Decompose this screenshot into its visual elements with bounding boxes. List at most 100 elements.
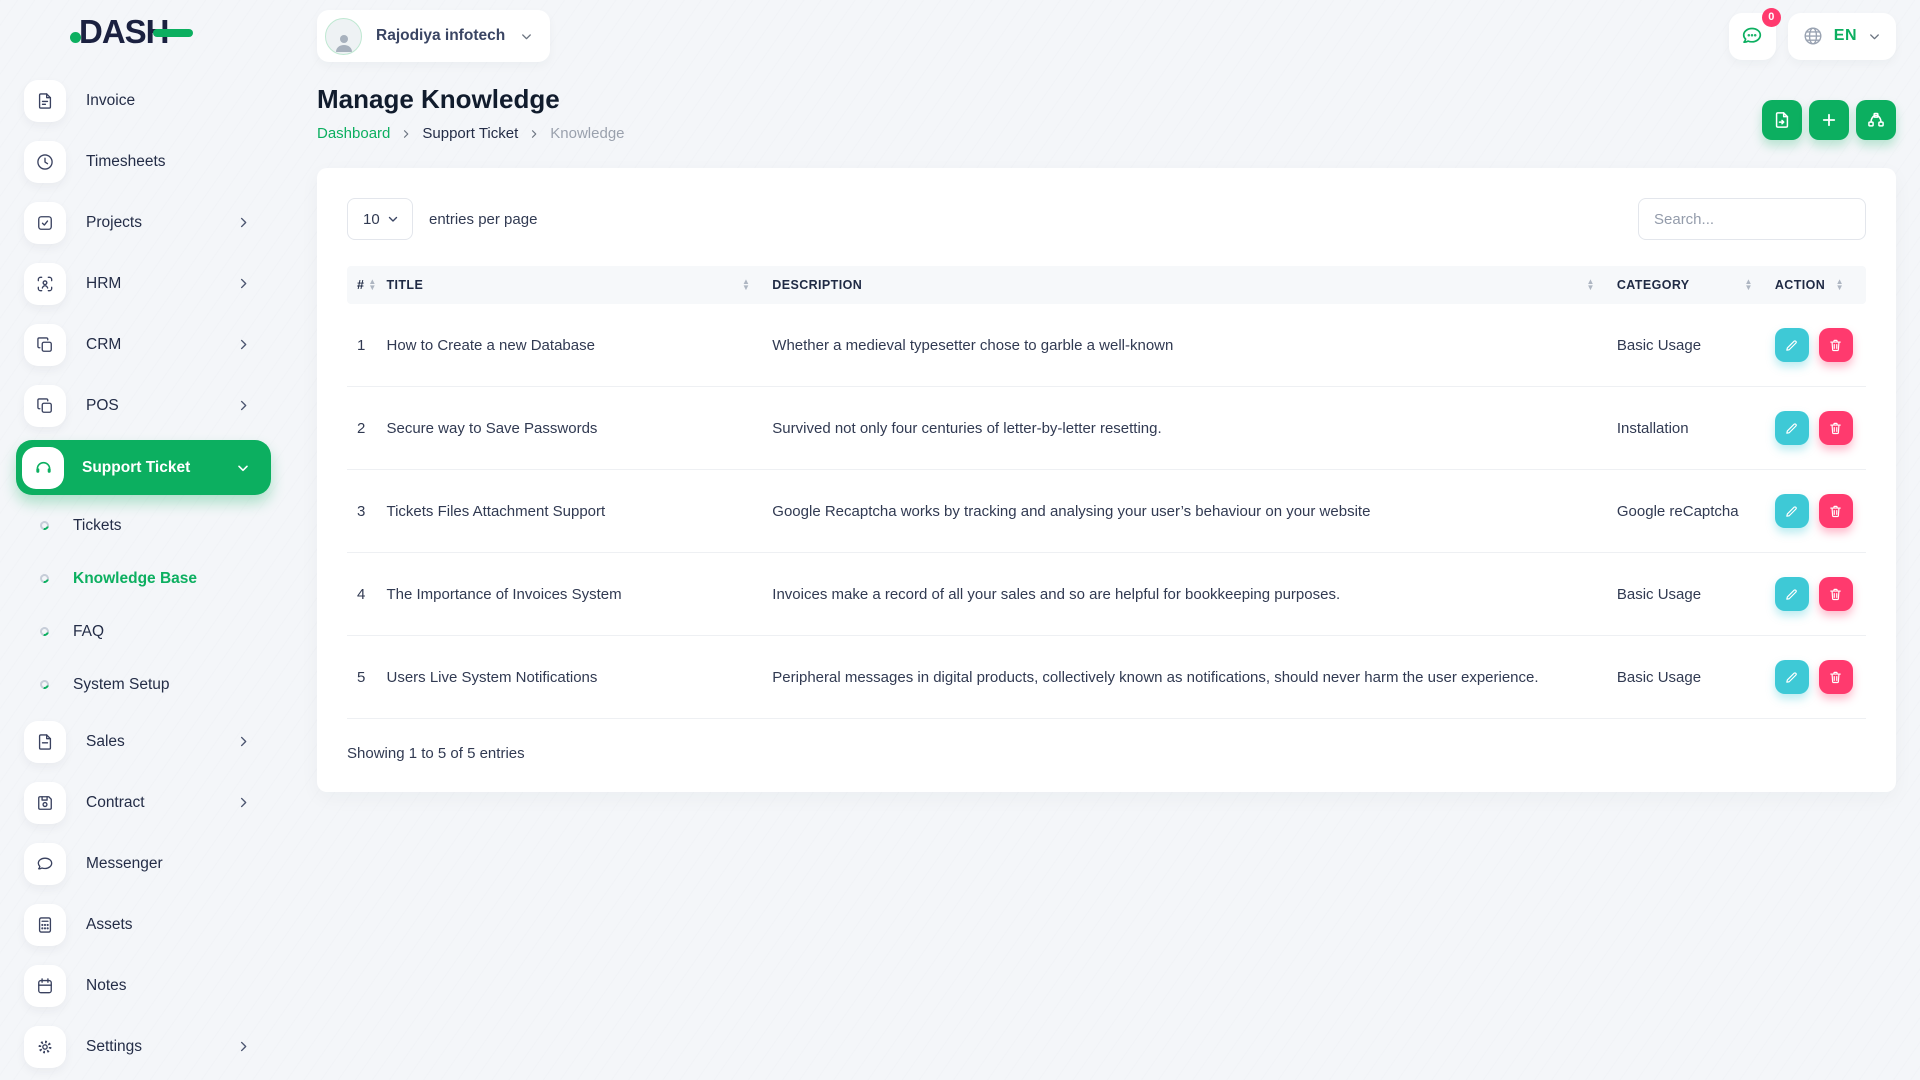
- sidebar-item-support-ticket[interactable]: Support Ticket: [16, 440, 271, 495]
- row-num: 1: [347, 304, 387, 387]
- sidebar-item-invoice[interactable]: Invoice: [0, 70, 285, 131]
- sidebar-subitem-knowledge-base[interactable]: Knowledge Base: [0, 552, 285, 605]
- table-controls: 10 entries per page: [347, 198, 1866, 240]
- sidebar-item-label: Assets: [86, 915, 133, 933]
- sidebar-subitem-tickets[interactable]: Tickets: [0, 499, 285, 552]
- sidebar-item-label: Invoice: [86, 91, 136, 109]
- edit-button[interactable]: [1774, 577, 1809, 611]
- export-button[interactable]: [1762, 100, 1802, 140]
- topbar: Rajodiya infotech 0 EN: [317, 0, 1896, 72]
- delete-button[interactable]: [1818, 328, 1853, 362]
- table-header-row: # ▲ ▼ TITLE ▲ ▼ DESCRIPTION ▲ ▼ CATEGORY ▲ ▼ ACT…: [347, 266, 1866, 304]
- sidebar: DASH Invoice Timesheets Projects HRM CRM…: [0, 0, 285, 1080]
- sidebar-subitem-label: Tickets: [73, 516, 122, 534]
- sidebar-item-label: Settings: [86, 1037, 143, 1055]
- column-header-title[interactable]: TITLE ▲ ▼: [386, 266, 772, 304]
- row-description: Peripheral messages in digital products,…: [772, 635, 1617, 719]
- chevron-right-icon: [236, 215, 251, 230]
- sidebar-item-messenger[interactable]: Messenger: [0, 833, 285, 894]
- calendar-icon: [24, 964, 66, 1007]
- brand-logo[interactable]: DASH: [0, 0, 285, 64]
- sidebar-item-projects[interactable]: Projects: [0, 192, 285, 253]
- chevron-right-icon: [236, 398, 251, 413]
- column-header-description[interactable]: DESCRIPTION ▲ ▼: [772, 266, 1617, 304]
- sidebar-item-label: Timesheets: [86, 152, 166, 170]
- sidebar-item-sales[interactable]: Sales: [0, 711, 285, 772]
- company-switcher[interactable]: Rajodiya infotech: [317, 10, 551, 62]
- knowledge-table: # ▲ ▼ TITLE ▲ ▼ DESCRIPTION ▲ ▼ CATEGORY ▲ ▼ ACT…: [347, 266, 1866, 719]
- sidebar-nav: Invoice Timesheets Projects HRM CRM POS …: [0, 64, 285, 1077]
- edit-button[interactable]: [1774, 660, 1809, 694]
- edit-button[interactable]: [1774, 411, 1809, 445]
- sidebar-item-timesheets[interactable]: Timesheets: [0, 131, 285, 192]
- chevron-right-icon: [400, 128, 412, 140]
- column-header-action[interactable]: ACTION ▲ ▼: [1775, 266, 1866, 304]
- page-toolbar: [1762, 100, 1896, 140]
- breadcrumb: Dashboard Support Ticket Knowledge: [317, 125, 625, 142]
- row-title: How to Create a new Database: [386, 304, 773, 387]
- sidebar-item-notes[interactable]: Notes: [0, 955, 285, 1016]
- sidebar-item-settings[interactable]: Settings: [0, 1016, 285, 1077]
- table-row: 4 The Importance of Invoices System Invo…: [347, 552, 1866, 636]
- user-scan-icon: [24, 262, 66, 305]
- delete-button[interactable]: [1818, 411, 1853, 445]
- copy-icon: [24, 323, 66, 366]
- copy-icon: [24, 384, 66, 427]
- table-row: 5 Users Live System Notifications Periph…: [347, 635, 1866, 719]
- column-header-num[interactable]: # ▲ ▼: [347, 266, 386, 304]
- edit-button[interactable]: [1774, 328, 1809, 362]
- breadcrumb-dashboard[interactable]: Dashboard: [317, 125, 390, 142]
- sort-icon: ▲ ▼: [1744, 277, 1753, 292]
- page-header: Manage Knowledge Dashboard Support Ticke…: [317, 84, 1896, 142]
- chevron-right-icon: [236, 1039, 251, 1054]
- column-header-category[interactable]: CATEGORY ▲ ▼: [1617, 266, 1775, 304]
- chevron-down-icon: [1867, 29, 1882, 44]
- sidebar-item-crm[interactable]: CRM: [0, 314, 285, 375]
- delete-button[interactable]: [1818, 660, 1853, 694]
- sidebar-item-hrm[interactable]: HRM: [0, 253, 285, 314]
- chevron-right-icon: [236, 337, 251, 352]
- sidebar-item-label: Contract: [86, 793, 145, 811]
- row-title: Tickets Files Attachment Support: [386, 469, 773, 553]
- edit-button[interactable]: [1774, 494, 1809, 528]
- bullet-icon: [38, 519, 51, 532]
- entries-per-page-label: entries per page: [429, 210, 538, 228]
- page-title: Manage Knowledge: [317, 84, 560, 114]
- row-description: Survived not only four centuries of lett…: [772, 386, 1617, 470]
- messages-button[interactable]: 0: [1728, 7, 1781, 60]
- row-description: Google Recaptcha works by tracking and a…: [772, 469, 1617, 553]
- entries-per-page-select[interactable]: 10: [347, 198, 413, 240]
- sidebar-item-label: Support Ticket: [82, 458, 191, 476]
- sidebar-item-assets[interactable]: Assets: [0, 894, 285, 955]
- gear-icon: [24, 1025, 66, 1068]
- sidebar-item-contract[interactable]: Contract: [0, 772, 285, 833]
- language-selector[interactable]: EN: [1787, 12, 1896, 60]
- row-description: Whether a medieval typesetter chose to g…: [772, 304, 1617, 387]
- delete-button[interactable]: [1818, 577, 1853, 611]
- avatar: [325, 17, 362, 55]
- sidebar-subitem-system-setup[interactable]: System Setup: [0, 658, 285, 711]
- search-input[interactable]: [1638, 198, 1866, 240]
- sidebar-subitem-label: System Setup: [73, 675, 170, 693]
- row-description: Invoices make a record of all your sales…: [772, 552, 1617, 636]
- row-num: 5: [347, 635, 387, 719]
- sidebar-item-label: CRM: [86, 335, 122, 353]
- sidebar-subitem-faq[interactable]: FAQ: [0, 605, 285, 658]
- table-row: 3 Tickets Files Attachment Support Googl…: [347, 469, 1866, 553]
- bullet-icon: [38, 572, 51, 585]
- topbar-actions: 0 EN: [1728, 7, 1896, 60]
- sidebar-item-pos[interactable]: POS: [0, 375, 285, 436]
- delete-button[interactable]: [1818, 494, 1853, 528]
- chevron-right-icon: [236, 276, 251, 291]
- breadcrumb-current: Knowledge: [550, 125, 625, 142]
- add-button[interactable]: [1809, 100, 1849, 140]
- entries-per-page-value: 10: [363, 210, 380, 228]
- save-icon: [24, 781, 66, 824]
- row-category: Basic Usage: [1616, 304, 1775, 387]
- company-name: Rajodiya infotech: [376, 27, 506, 44]
- main-area: Rajodiya infotech 0 EN Manage Knowledge …: [285, 0, 1920, 792]
- bullet-icon: [38, 678, 51, 691]
- chevron-right-icon: [236, 734, 251, 749]
- vector-button[interactable]: [1856, 100, 1896, 140]
- table-summary: Showing 1 to 5 of 5 entries: [347, 745, 525, 762]
